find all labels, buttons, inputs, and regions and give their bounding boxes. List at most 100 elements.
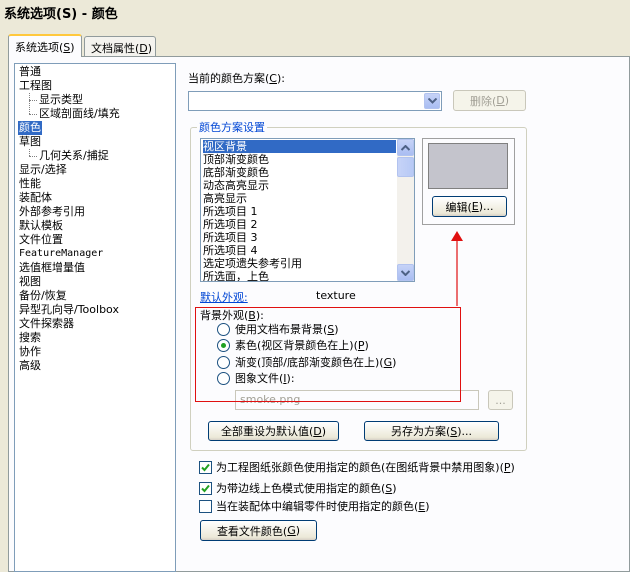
checkbox-label: 为带边线上色模式使用指定的颜色( [216, 482, 386, 495]
checkbox-label-end: ) [425, 499, 430, 513]
chevron-down-icon[interactable] [424, 93, 440, 109]
tree-connector [29, 100, 37, 101]
annotation-highlight-box [195, 307, 461, 402]
color-scheme-settings-title: 颜色方案设置 [197, 119, 267, 135]
tree-item-advanced[interactable]: 高级 [19, 359, 41, 373]
view-file-colors-button[interactable]: 查看文件颜色(G) [200, 520, 317, 541]
tree-item-spin-box-increments[interactable]: 选值框增量值 [19, 261, 85, 275]
tree-item-backup-recover[interactable]: 备份/恢复 [19, 289, 67, 303]
tree-item-display-selection[interactable]: 显示/选择 [19, 163, 67, 177]
checkbox-mnemonic: S [385, 481, 393, 495]
color-scheme-mnemonic: C [269, 72, 277, 85]
tab-system-options-label: 系统选项 [15, 41, 59, 54]
tree-item-hole-wizard-toolbox[interactable]: 异型孔向导/Toolbox [19, 303, 119, 317]
reset-button-mnemonic: D [313, 424, 322, 438]
list-scrollbar[interactable] [397, 139, 414, 281]
tree-item-drawings[interactable]: 工程图 [19, 79, 52, 93]
tree-connector [29, 93, 30, 114]
tree-item-relations-snaps[interactable]: 几何关系/捕捉 [39, 149, 109, 163]
reset-button-label: 全部重设为默认值( [220, 425, 314, 438]
scroll-down-icon[interactable] [397, 264, 414, 281]
color-scheme-label-text: 当前的颜色方案( [188, 72, 270, 85]
checkmark-icon [201, 484, 210, 492]
tree-connector [29, 149, 30, 156]
delete-scheme-button[interactable]: 删除(D) [453, 90, 526, 111]
list-item[interactable]: 选定项遗失参考引用 [203, 257, 396, 270]
window-title: 系统选项(S) - 颜色 [0, 0, 630, 22]
tree-item-sketch[interactable]: 草图 [19, 135, 41, 149]
list-item[interactable]: 视区背景 [203, 140, 396, 153]
edit-button-mnemonic: E [471, 200, 479, 213]
checkbox[interactable] [199, 481, 212, 495]
tree-item-file-locations[interactable]: 文件位置 [19, 233, 63, 247]
save-button-mnemonic: S [450, 424, 458, 438]
list-item[interactable]: 底部渐变颜色 [203, 166, 396, 179]
view-colors-button-label-end: ) [295, 524, 301, 537]
color-scheme-label: 当前的颜色方案(C): [188, 70, 285, 86]
tree-item-featuremanager[interactable]: FeatureManager [19, 247, 103, 261]
list-item[interactable]: 顶部渐变颜色 [203, 153, 396, 166]
tab-mnemonic: D [139, 42, 148, 55]
color-scheme-dropdown[interactable] [188, 91, 442, 111]
checkbox-label: 当在装配体中编辑零件时使用指定的颜色( [216, 500, 419, 513]
tree-item-external-references[interactable]: 外部参考引用 [19, 205, 85, 219]
options-tree[interactable]: 普通 工程图 显示类型 区域剖面线/填充 颜色 草图 几何关系/捕捉 显示/选择… [14, 63, 176, 572]
view-colors-button-label: 查看文件颜色( [216, 524, 288, 538]
list-item[interactable]: 所选面，上色 [203, 270, 396, 281]
checkbox[interactable] [199, 499, 212, 513]
list-item[interactable]: 所选项目 3 [203, 231, 396, 244]
tree-item-general[interactable]: 普通 [19, 65, 41, 79]
checkbox-label-end: ) [392, 481, 397, 495]
reset-button-label-end: ) [321, 424, 327, 438]
tab-document-properties-label: 文档属性 [91, 42, 135, 55]
edit-color-button[interactable]: 编辑(E)... [432, 196, 507, 217]
scroll-up-icon[interactable] [397, 139, 414, 156]
edit-button-label: 编辑( [445, 200, 472, 214]
tab-document-properties[interactable]: 文档属性(D) [84, 36, 156, 56]
view-colors-button-mnemonic: G [287, 524, 296, 537]
tree-item-file-explorer[interactable]: 文件探索器 [19, 317, 74, 331]
checkbox-shaded-with-edges-color[interactable]: 为带边线上色模式使用指定的颜色(S) [199, 480, 397, 496]
checkmark-icon [201, 463, 210, 471]
checkbox-label-end: ) [510, 460, 515, 474]
tree-item-view[interactable]: 视图 [19, 275, 41, 289]
tree-item-search[interactable]: 搜索 [19, 331, 41, 345]
save-as-scheme-button[interactable]: 另存为方案(S)... [364, 421, 499, 441]
list-item[interactable]: 所选项目 2 [203, 218, 396, 231]
annotation-arrow [451, 231, 463, 306]
checkbox-label: 为工程图纸张颜色使用指定的颜色(在图纸背景中禁用图象)( [216, 461, 504, 474]
checkbox-mnemonic: E [418, 499, 426, 513]
tree-connector [29, 156, 37, 157]
checkbox-mnemonic: P [503, 460, 511, 474]
tree-item-display-type[interactable]: 显示类型 [39, 93, 83, 107]
color-scheme-label-end: ): [276, 72, 285, 85]
default-appearance-value: texture [316, 289, 356, 302]
save-button-label-end: )... [457, 424, 473, 438]
color-settings-list[interactable]: 视区背景 顶部渐变颜色 底部渐变颜色 动态高亮显示 高亮显示 所选项目 1 所选… [200, 138, 415, 282]
delete-button-mnemonic: D [496, 94, 505, 107]
tree-item-collaboration[interactable]: 协作 [19, 345, 41, 359]
tree-item-assemblies[interactable]: 装配体 [19, 191, 52, 205]
tree-item-area-hatch[interactable]: 区域剖面线/填充 [39, 107, 120, 121]
list-item[interactable]: 高亮显示 [203, 192, 396, 205]
tree-item-default-templates[interactable]: 默认模板 [19, 219, 63, 233]
tree-item-colors[interactable]: 颜色 [18, 121, 42, 135]
checkbox-edit-part-in-assembly-color[interactable]: 当在装配体中编辑零件时使用指定的颜色(E) [199, 498, 430, 514]
scroll-thumb[interactable] [397, 157, 414, 177]
tree-item-performance[interactable]: 性能 [19, 177, 41, 191]
default-appearance-link[interactable]: 默认外观: [200, 289, 248, 305]
checkbox[interactable] [199, 460, 212, 474]
edit-button-label-end: )... [478, 200, 494, 213]
tab-mnemonic: S [63, 41, 71, 54]
color-swatch [428, 143, 508, 189]
list-item[interactable]: 所选项目 1 [203, 205, 396, 218]
tree-connector [29, 114, 37, 115]
delete-button-label: 删除( [469, 94, 497, 108]
checkbox-drawing-paper-color[interactable]: 为工程图纸张颜色使用指定的颜色(在图纸背景中禁用图象)(P) [199, 459, 515, 475]
browse-image-button[interactable]: ... [488, 390, 513, 410]
save-button-label: 另存为方案( [390, 425, 451, 438]
tab-system-options[interactable]: 系统选项(S) [8, 34, 82, 57]
list-item[interactable]: 动态高亮显示 [203, 179, 396, 192]
list-item[interactable]: 所选项目 4 [203, 244, 396, 257]
reset-defaults-button[interactable]: 全部重设为默认值(D) [208, 421, 339, 441]
